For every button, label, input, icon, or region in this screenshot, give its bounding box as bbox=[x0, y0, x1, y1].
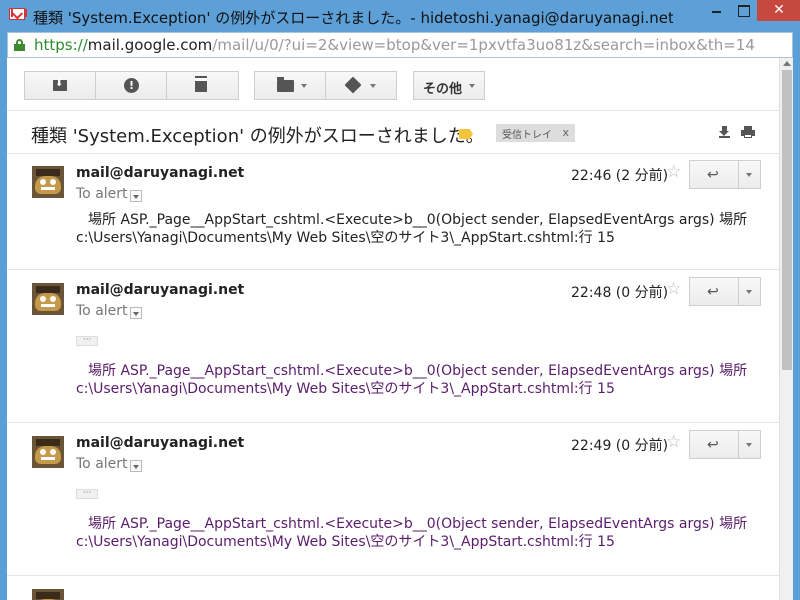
avatar bbox=[32, 166, 64, 198]
star-icon[interactable]: ☆ bbox=[666, 279, 681, 299]
gmail-logo-icon bbox=[9, 8, 27, 20]
report-spam-icon: ! bbox=[124, 78, 139, 93]
url-path: /mail/u/0/?ui=2&view=btop&ver=1pxvtfa3uo… bbox=[212, 36, 755, 54]
star-icon[interactable]: ☆ bbox=[666, 432, 681, 452]
folder-icon bbox=[277, 77, 294, 92]
message-divider bbox=[7, 269, 793, 270]
message-time: 22:48 (0 分前) bbox=[571, 285, 669, 301]
more-button-label: その他 bbox=[423, 82, 463, 97]
reply-button[interactable]: ↩ bbox=[690, 278, 739, 305]
minimize-button[interactable] bbox=[703, 0, 730, 21]
message-body-line: c:\Users\Yanagi\Documents\My Web Sites\空… bbox=[76, 230, 615, 246]
maximize-button[interactable] bbox=[730, 0, 757, 21]
recipient-line: To alert bbox=[76, 186, 128, 202]
thread-subject: 種類 'System.Exception' の例外がスローされました。 bbox=[31, 126, 484, 147]
print-icon[interactable] bbox=[741, 126, 755, 138]
avatar bbox=[32, 589, 64, 600]
reply-button-group: ↩ bbox=[689, 160, 761, 189]
reply-button-group: ↩ bbox=[689, 430, 761, 459]
reply-icon: ↩ bbox=[707, 437, 719, 453]
organize-button-group bbox=[254, 71, 397, 100]
reply-button[interactable]: ↩ bbox=[690, 431, 739, 458]
details-chevron-icon[interactable] bbox=[130, 190, 142, 202]
subject-divider bbox=[7, 153, 793, 154]
more-button[interactable]: その他 bbox=[413, 71, 485, 100]
message-body-line: c:\Users\Yanagi\Documents\My Web Sites\空… bbox=[76, 534, 615, 550]
remove-label-button[interactable]: x bbox=[562, 126, 569, 139]
chevron-down-icon bbox=[370, 84, 376, 88]
lock-icon bbox=[14, 39, 25, 51]
url-protocol: https:// bbox=[34, 36, 88, 54]
chevron-down-icon bbox=[746, 173, 752, 177]
details-chevron-icon[interactable] bbox=[130, 460, 142, 472]
inbox-label-chip[interactable]: 受信トレイ x bbox=[496, 124, 575, 142]
reply-icon: ↩ bbox=[707, 284, 719, 300]
archive-button[interactable] bbox=[25, 72, 96, 99]
sender-name[interactable]: mail@daruyanagi.net bbox=[76, 165, 244, 181]
address-bar[interactable]: https://mail.google.com/mail/u/0/?ui=2&v… bbox=[7, 32, 793, 58]
download-icon[interactable] bbox=[719, 126, 730, 138]
reply-button[interactable]: ↩ bbox=[690, 161, 739, 188]
message-divider bbox=[7, 575, 793, 576]
move-to-button[interactable] bbox=[255, 72, 326, 99]
show-trimmed-content-button[interactable]: ··· bbox=[76, 489, 98, 499]
reply-button-group: ↩ bbox=[689, 277, 761, 306]
reply-icon: ↩ bbox=[707, 167, 719, 183]
scrollbar-thumb[interactable] bbox=[782, 70, 792, 370]
window-title: 種類 'System.Exception' の例外がスローされました。- hid… bbox=[33, 9, 673, 27]
url-text[interactable]: https://mail.google.com/mail/u/0/?ui=2&v… bbox=[34, 36, 792, 54]
toolbar-divider bbox=[7, 110, 793, 111]
message-time: 22:46 (2 分前) bbox=[571, 168, 669, 184]
chevron-down-icon bbox=[746, 443, 752, 447]
message-divider bbox=[7, 422, 793, 423]
more-actions-button[interactable] bbox=[739, 161, 760, 188]
action-button-group: ! bbox=[24, 71, 239, 100]
archive-icon bbox=[53, 78, 67, 91]
sender-name[interactable]: mail@daruyanagi.net bbox=[76, 435, 244, 451]
recipient-line: To alert bbox=[76, 456, 128, 472]
label-icon bbox=[344, 76, 362, 94]
chevron-down-icon bbox=[301, 84, 307, 88]
message-time: 22:49 (0 分前) bbox=[571, 438, 669, 454]
delete-button[interactable] bbox=[167, 72, 238, 99]
gmail-page: ! その他 種類 'System.Exception' の例外がスローされました… bbox=[7, 58, 793, 600]
chevron-down-icon bbox=[469, 84, 475, 88]
window-titlebar[interactable]: 種類 'System.Exception' の例外がスローされました。- hid… bbox=[0, 0, 800, 32]
avatar bbox=[32, 283, 64, 315]
inbox-label-text: 受信トレイ bbox=[502, 130, 552, 141]
url-host: mail.google.com bbox=[87, 36, 213, 54]
scroll-up-arrow-icon[interactable] bbox=[783, 61, 791, 66]
chevron-down-icon bbox=[746, 290, 752, 294]
message-body-line: c:\Users\Yanagi\Documents\My Web Sites\空… bbox=[76, 381, 615, 397]
more-actions-button[interactable] bbox=[739, 431, 760, 458]
labels-button[interactable] bbox=[326, 72, 396, 99]
vertical-scrollbar[interactable] bbox=[779, 58, 793, 600]
star-icon[interactable]: ☆ bbox=[666, 162, 681, 182]
show-trimmed-content-button[interactable]: ··· bbox=[76, 336, 98, 346]
report-spam-button[interactable]: ! bbox=[96, 72, 167, 99]
more-actions-button[interactable] bbox=[739, 278, 760, 305]
trash-icon bbox=[195, 78, 207, 92]
details-chevron-icon[interactable] bbox=[130, 307, 142, 319]
recipient-line: To alert bbox=[76, 303, 128, 319]
close-button[interactable]: ✕ bbox=[757, 0, 800, 21]
avatar bbox=[32, 436, 64, 468]
sender-name[interactable]: mail@daruyanagi.net bbox=[76, 282, 244, 298]
